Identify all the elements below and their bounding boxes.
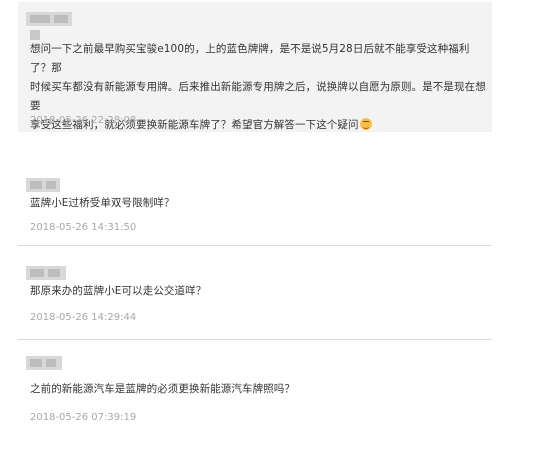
username-blurred[interactable]: [26, 12, 72, 26]
comment-text: 之前的新能源汽车是蓝牌的必须更换新能源汽车牌照吗？: [30, 383, 295, 395]
smile-emoji-icon: [359, 118, 372, 130]
comment-item: 之前的新能源汽车是蓝牌的必须更换新能源汽车牌照吗？ 2018-05-26 07:…: [18, 350, 492, 444]
comment-text: 蓝牌小E过桥受单双号限制咩？: [30, 197, 175, 209]
comment-timestamp: 2018-05-26 22:28:08: [30, 115, 137, 126]
comment-timestamp: 2018-05-26 07:39:19: [30, 412, 137, 423]
comment-timestamp: 2018-05-26 14:29:44: [30, 312, 137, 323]
comment-text: 那原来办的蓝牌小E可以走公交道咩？: [30, 285, 207, 297]
avatar: [30, 30, 40, 40]
comment-item: 想问一下之前最早购买宝骏e100的，上的蓝色牌牌，是不是说5月28日后就不能享受…: [18, 2, 492, 132]
username-blurred[interactable]: [26, 266, 66, 280]
comment-line: 想问一下之前最早购买宝骏e100的，上的蓝色牌牌，是不是说5月28日后就不能享受…: [30, 43, 470, 74]
username-blurred[interactable]: [26, 356, 62, 370]
comment-item: 那原来办的蓝牌小E可以走公交道咩？ 2018-05-26 14:29:44: [18, 258, 492, 340]
comment-line: 时候买车都没有新能源专用牌。后来推出新能源专用牌之后，说换牌以自愿为原则。是不是…: [30, 81, 486, 112]
comment-item: 蓝牌小E过桥受单双号限制咩？ 2018-05-26 14:31:50: [18, 160, 492, 246]
username-blurred[interactable]: [26, 178, 60, 192]
comment-timestamp: 2018-05-26 14:31:50: [30, 222, 137, 233]
